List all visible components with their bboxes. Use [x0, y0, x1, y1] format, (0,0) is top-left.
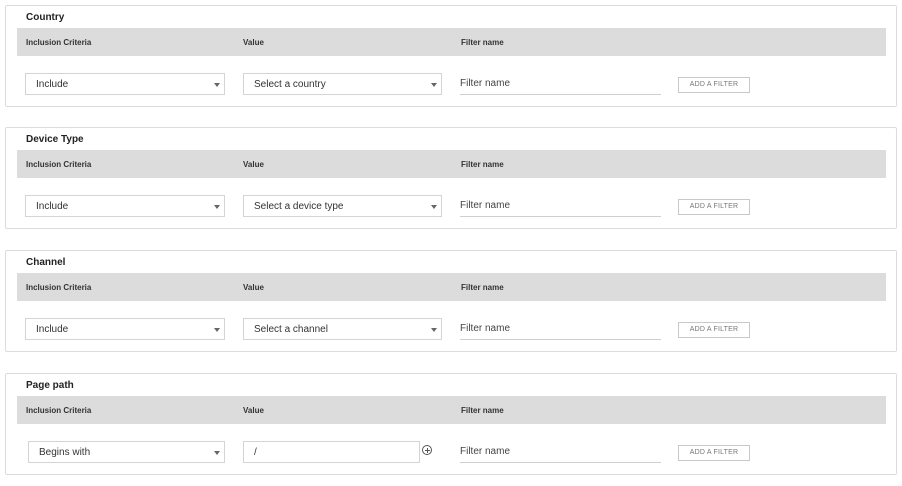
- inclusion-criteria-select[interactable]: Include: [25, 318, 225, 340]
- column-header-inclusion-criteria: Inclusion Criteria: [26, 160, 92, 169]
- filter-name-input[interactable]: Filter name: [460, 318, 661, 340]
- channel-select[interactable]: Select a channel: [243, 318, 442, 340]
- panel-title: Country: [26, 12, 65, 23]
- inclusion-criteria-value: Include: [36, 79, 69, 90]
- country-select[interactable]: Select a country: [243, 73, 442, 95]
- panel-title: Channel: [26, 257, 66, 268]
- column-header-filter-name: Filter name: [461, 406, 504, 415]
- device-type-select-value: Select a device type: [254, 201, 344, 212]
- column-header-bar: Inclusion Criteria Value Filter name: [17, 273, 886, 301]
- column-header-value: Value: [243, 406, 264, 415]
- filter-name-placeholder: Filter name: [460, 446, 511, 457]
- inclusion-criteria-select[interactable]: Include: [25, 73, 225, 95]
- filter-name-placeholder: Filter name: [460, 323, 511, 334]
- filter-panel-page-path: Page path Inclusion Criteria Value Filte…: [5, 373, 897, 475]
- channel-select-value: Select a channel: [254, 324, 328, 335]
- chevron-down-icon: [214, 328, 220, 332]
- inclusion-criteria-value: Include: [36, 201, 69, 212]
- column-header-filter-name: Filter name: [461, 38, 504, 47]
- column-header-inclusion-criteria: Inclusion Criteria: [26, 38, 92, 47]
- column-header-value: Value: [243, 283, 264, 292]
- add-filter-button[interactable]: ADD A FILTER: [678, 199, 750, 215]
- inclusion-criteria-value: Include: [36, 324, 69, 335]
- column-header-bar: Inclusion Criteria Value Filter name: [17, 28, 886, 56]
- column-header-bar: Inclusion Criteria Value Filter name: [17, 396, 886, 424]
- filter-panel-channel: Channel Inclusion Criteria Value Filter …: [5, 250, 897, 352]
- chevron-down-icon: [214, 451, 220, 455]
- filter-name-input[interactable]: Filter name: [460, 441, 661, 463]
- chevron-down-icon: [431, 205, 437, 209]
- page-path-value: /: [254, 447, 257, 458]
- filter-name-input[interactable]: Filter name: [460, 195, 661, 217]
- column-header-filter-name: Filter name: [461, 283, 504, 292]
- filter-name-placeholder: Filter name: [460, 200, 511, 211]
- filter-panel-device-type: Device Type Inclusion Criteria Value Fil…: [5, 127, 897, 229]
- chevron-down-icon: [214, 83, 220, 87]
- country-select-value: Select a country: [254, 79, 326, 90]
- column-header-inclusion-criteria: Inclusion Criteria: [26, 283, 92, 292]
- column-header-filter-name: Filter name: [461, 160, 504, 169]
- panel-title: Device Type: [26, 134, 84, 145]
- add-filter-button[interactable]: ADD A FILTER: [678, 77, 750, 93]
- add-filter-button[interactable]: ADD A FILTER: [678, 445, 750, 461]
- filter-name-placeholder: Filter name: [460, 78, 511, 89]
- filter-panel-country: Country Inclusion Criteria Value Filter …: [5, 5, 897, 107]
- column-header-value: Value: [243, 160, 264, 169]
- plus-circle-icon[interactable]: [422, 445, 432, 455]
- inclusion-criteria-select[interactable]: Begins with: [28, 441, 225, 463]
- chevron-down-icon: [214, 205, 220, 209]
- column-header-value: Value: [243, 38, 264, 47]
- chevron-down-icon: [431, 328, 437, 332]
- filter-name-input[interactable]: Filter name: [460, 73, 661, 95]
- add-filter-button[interactable]: ADD A FILTER: [678, 322, 750, 338]
- panel-title: Page path: [26, 380, 74, 391]
- device-type-select[interactable]: Select a device type: [243, 195, 442, 217]
- column-header-bar: Inclusion Criteria Value Filter name: [17, 150, 886, 178]
- inclusion-criteria-value: Begins with: [39, 447, 91, 458]
- page-path-input[interactable]: /: [243, 441, 420, 463]
- column-header-inclusion-criteria: Inclusion Criteria: [26, 406, 92, 415]
- inclusion-criteria-select[interactable]: Include: [25, 195, 225, 217]
- chevron-down-icon: [431, 83, 437, 87]
